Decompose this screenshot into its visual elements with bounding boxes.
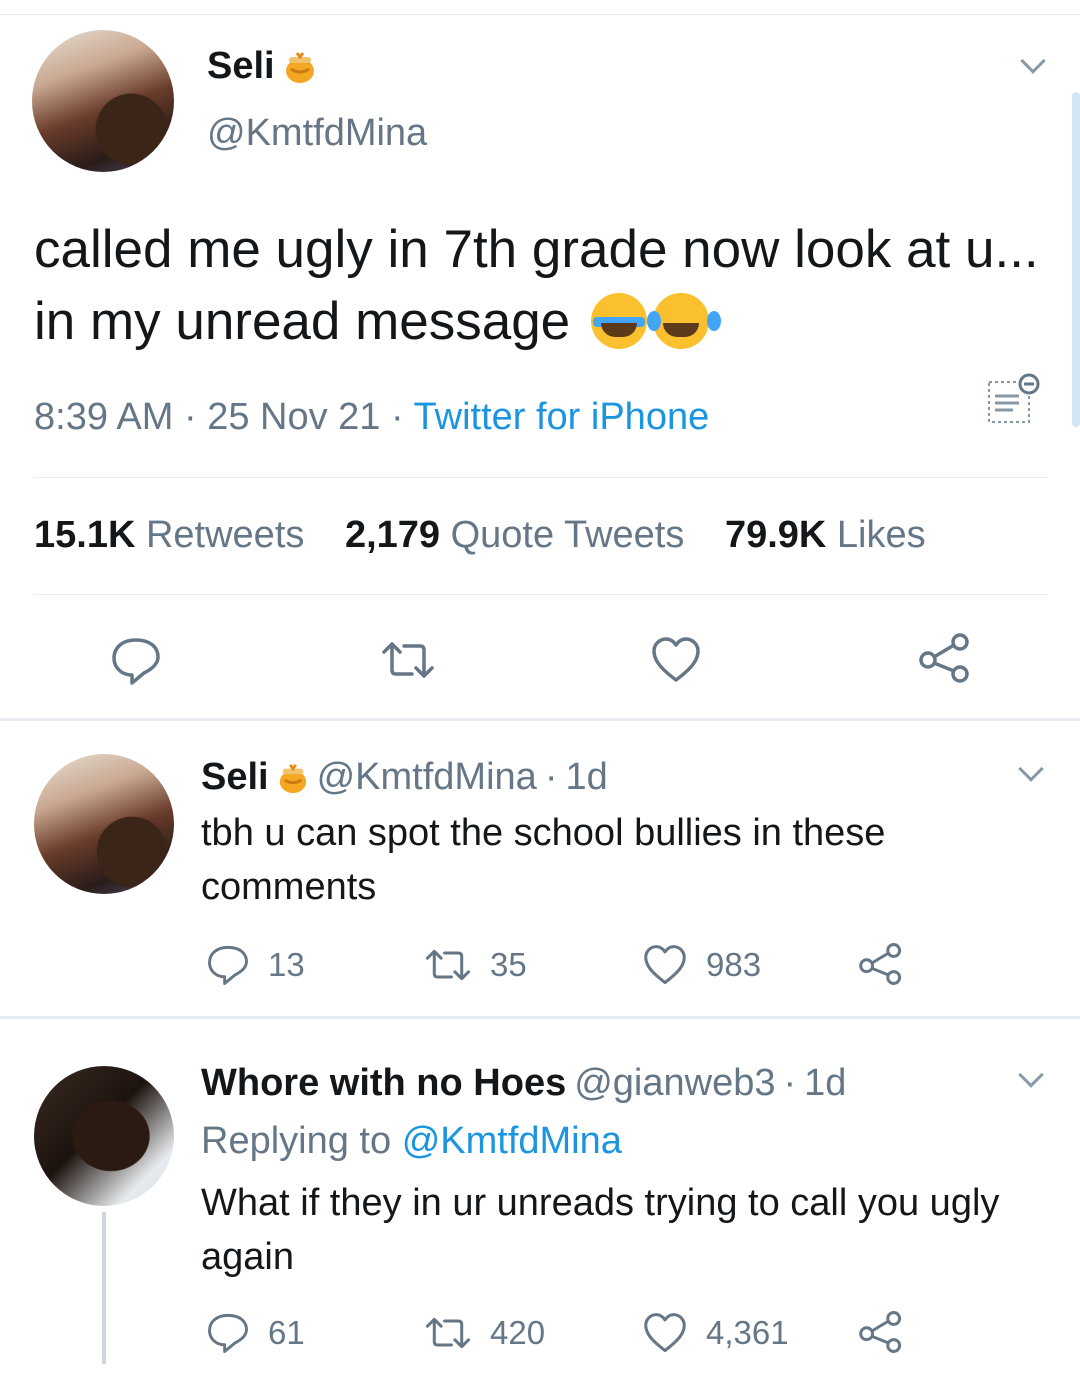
like-count: 983 (706, 946, 762, 983)
reply-author-name[interactable]: Whore with no Hoes (201, 1062, 566, 1105)
tweet-text-content: called me ugly in 7th grade now look at … (34, 220, 1039, 351)
chevron-down-icon[interactable] (1018, 756, 1044, 782)
chevron-down-icon[interactable] (1018, 1062, 1044, 1088)
tweet-date: 25 Nov 21 (207, 396, 381, 438)
like-icon (644, 1313, 686, 1353)
reply-text: What if they in ur unreads trying to cal… (201, 1182, 1000, 1278)
retweet-icon (425, 1317, 471, 1349)
reply-author-handle[interactable]: @gianweb3 (574, 1062, 775, 1105)
reply-action[interactable]: 61 (206, 1312, 305, 1354)
face-with-tears-of-joy-icon (646, 293, 709, 349)
avatar[interactable] (34, 754, 174, 894)
replying-to-prefix: Replying to (201, 1120, 392, 1162)
author-name[interactable]: Seli (207, 45, 317, 88)
reply-author-name[interactable]: Seli (201, 756, 269, 799)
thread-line (102, 1212, 106, 1364)
reply-action[interactable]: 13 (206, 944, 305, 986)
reply-age[interactable]: 1d (804, 1062, 846, 1105)
like-action[interactable]: 4,361 (642, 1312, 789, 1354)
reply-text: tbh u can spot the school bullies in the… (201, 812, 886, 908)
scrollbar[interactable] (1072, 92, 1080, 427)
likes-count: 79.9K (724, 514, 827, 556)
replying-to-link[interactable]: @KmtfdMina (402, 1120, 622, 1162)
tweet-source-link[interactable]: Twitter for iPhone (414, 396, 710, 438)
quotes-count: 2,179 (344, 514, 441, 556)
tweet-time: 8:39 AM (34, 396, 174, 438)
honey-pot-icon (285, 51, 314, 83)
reply-header: Whore with no Hoes @gianweb3 · 1d (201, 1062, 846, 1105)
chevron-down-icon[interactable] (1020, 48, 1046, 74)
divider (34, 477, 1048, 478)
reply-header: Seli @KmtfdMina · 1d (201, 756, 608, 799)
meta-separator: · (783, 1062, 797, 1104)
like-count: 4,361 (706, 1314, 789, 1351)
retweet-count: 420 (490, 1314, 546, 1351)
reply-author-handle[interactable]: @KmtfdMina (317, 756, 537, 799)
replying-to: Replying to @KmtfdMina (201, 1120, 622, 1163)
retweets-count: 15.1K (34, 514, 136, 556)
like-action[interactable]: 983 (642, 944, 761, 986)
likes-stat[interactable]: 79.9K Likes (725, 514, 926, 556)
retweet-count: 35 (490, 946, 527, 983)
author-handle[interactable]: @KmtfdMina (207, 112, 427, 155)
reply-count: 61 (268, 1314, 305, 1351)
divider (0, 718, 1080, 721)
retweets-label: Retweets (145, 514, 305, 556)
reply-count: 13 (268, 946, 305, 983)
meta-separator: · (183, 396, 197, 438)
divider (34, 594, 1048, 595)
share-icon[interactable] (858, 942, 904, 986)
avatar[interactable] (34, 1066, 174, 1206)
loudly-crying-face-icon (590, 293, 647, 349)
reply-age[interactable]: 1d (565, 756, 607, 799)
analytics-icon[interactable] (985, 372, 1041, 428)
like-icon (644, 945, 686, 985)
retweet-action[interactable]: 35 (424, 946, 527, 984)
reply-icon (208, 945, 248, 985)
divider (0, 1016, 1080, 1019)
tweet-meta: 8:39 AM · 25 Nov 21 · Twitter for iPhone (34, 396, 709, 439)
quotes-label: Quote Tweets (450, 514, 685, 556)
retweets-stat[interactable]: 15.1K Retweets (34, 514, 304, 556)
reply-icon[interactable] (110, 636, 162, 686)
tweet-stats: 15.1K Retweets 2,179 Quote Tweets 79.9K … (34, 514, 926, 557)
top-divider (0, 14, 1080, 15)
meta-separator: · (544, 756, 558, 798)
retweet-icon (425, 949, 471, 981)
meta-separator: · (391, 396, 404, 438)
retweet-icon[interactable] (380, 638, 436, 682)
author-name-text: Seli (207, 45, 275, 87)
share-icon[interactable] (918, 632, 972, 684)
share-icon[interactable] (858, 1310, 904, 1354)
quotes-stat[interactable]: 2,179 Quote Tweets (345, 514, 684, 556)
honey-pot-icon (279, 763, 306, 793)
avatar[interactable] (32, 30, 174, 172)
likes-label: Likes (836, 514, 926, 556)
retweet-action[interactable]: 420 (424, 1314, 545, 1352)
reply-icon (208, 1313, 248, 1353)
like-icon[interactable] (650, 636, 702, 684)
tweet-text: called me ugly in 7th grade now look at … (34, 214, 1044, 358)
